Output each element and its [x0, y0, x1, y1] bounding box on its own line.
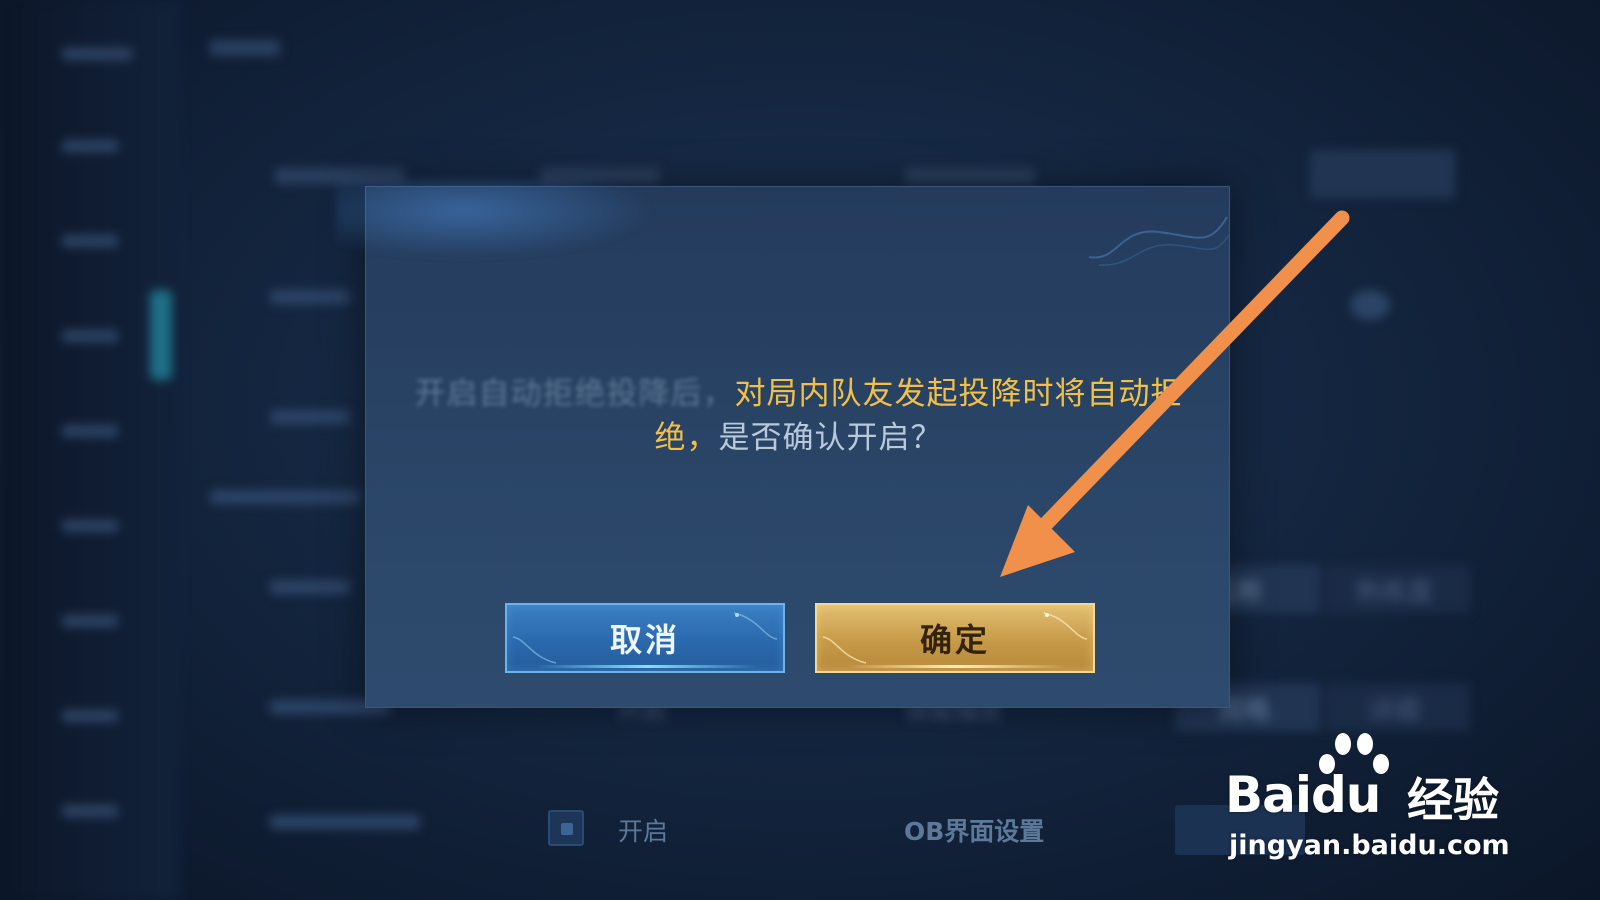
- button-corner-decoration: [1043, 612, 1088, 640]
- help-icon: [1350, 290, 1390, 320]
- message-question: 是否确认开启？: [718, 420, 943, 456]
- watermark-product: 经验: [1407, 773, 1499, 827]
- sidebar-item: [62, 140, 118, 152]
- game-settings-screen: 名称 熟练度 简略 详细 开启 技能描述 开启 OB界面设置 开启自动拒绝投降后…: [0, 0, 1600, 900]
- dialog-swirl-decoration: [1088, 216, 1229, 266]
- watermark-brand: Baidu: [1225, 766, 1381, 824]
- watermark-url: jingyan.baidu.com: [1229, 830, 1510, 861]
- section-header: [905, 168, 1035, 184]
- setting-row-label: [270, 580, 350, 594]
- detail-option-text: 详细: [1368, 696, 1421, 726]
- confirm-button-label: 确定: [919, 621, 990, 659]
- sidebar-item: [62, 710, 118, 722]
- button-corner-decoration: [822, 636, 867, 664]
- sidebar-item: [62, 615, 118, 627]
- cancel-button-label: 取消: [609, 621, 680, 659]
- cancel-button[interactable]: 取消: [505, 603, 785, 673]
- setting-row-label: [270, 410, 350, 424]
- button-corner-decoration: [512, 636, 557, 664]
- button-glow-line: [537, 665, 757, 668]
- settings-sidebar: [0, 0, 180, 900]
- setting-row-label: [210, 490, 360, 504]
- button-corner-decoration: [733, 612, 778, 640]
- sidebar-item: [62, 330, 118, 342]
- proficiency-header-text: 熟练度: [1355, 578, 1434, 608]
- top-right-button: [1310, 150, 1455, 198]
- confirm-button[interactable]: 确定: [815, 603, 1095, 673]
- setting-row-label: [270, 815, 420, 829]
- dialog-message: 开启自动拒绝投降后，对局内队友发起投降时将自动拒绝，是否确认开启？: [406, 372, 1191, 460]
- message-faded-part: 开启自动拒绝投降后，: [414, 376, 735, 412]
- checkbox-mark: [561, 823, 573, 835]
- dialog-glow-decoration: [336, 179, 656, 259]
- sidebar-item: [62, 425, 118, 437]
- sidebar-item: [62, 235, 118, 247]
- header-tab: [210, 40, 280, 56]
- open-label: 开启: [618, 817, 669, 846]
- button-glow-line: [847, 665, 1067, 668]
- open-checkbox[interactable]: [548, 810, 584, 846]
- sidebar-item: [62, 805, 118, 817]
- confirm-dialog: 开启自动拒绝投降后，对局内队友发起投降时将自动拒绝，是否确认开启？: [336, 179, 1230, 708]
- setting-row-label: [270, 290, 350, 304]
- ob-settings-label: OB界面设置: [904, 817, 1045, 846]
- sidebar-title-bar: [62, 48, 132, 60]
- sidebar-selected-indicator: [150, 290, 172, 380]
- sidebar-item: [62, 520, 118, 532]
- baidu-jingyan-watermark: Baidu 经验 jingyan.baidu.com: [1225, 730, 1525, 870]
